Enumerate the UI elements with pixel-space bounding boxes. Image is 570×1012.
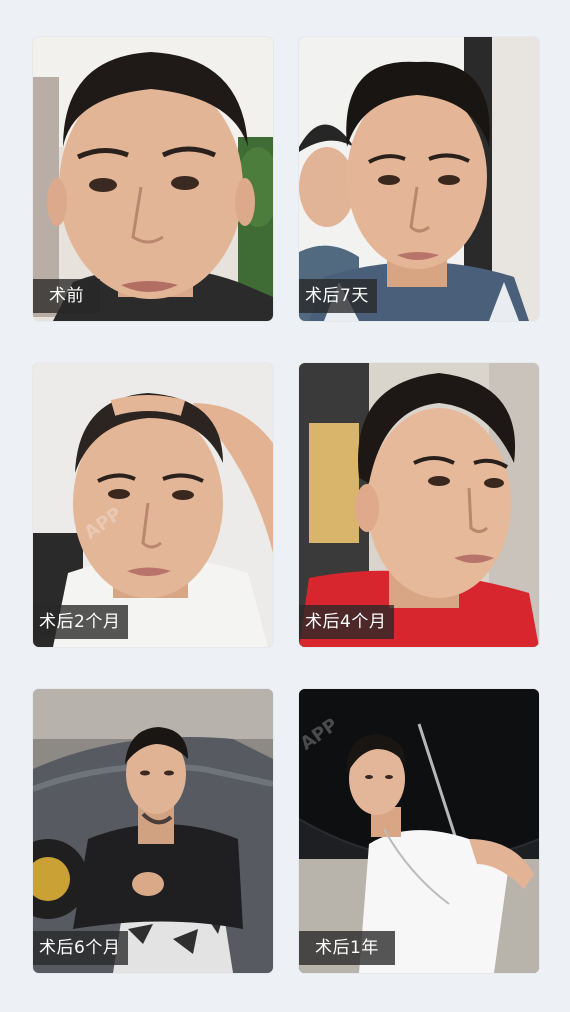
photo-label: 术后4个月 [299, 605, 395, 639]
photo-card-1-year[interactable]: APP 术后1年 [299, 689, 539, 973]
photo-label: 术后6个月 [33, 931, 129, 965]
photo-label: 术前 [33, 279, 100, 313]
photo-label: 术后7天 [299, 279, 377, 313]
photo-card-2-months[interactable]: APP 术后2个月 [33, 363, 273, 647]
photo-card-4-months[interactable]: 术后4个月 [299, 363, 539, 647]
photo-card-7-days[interactable]: 术后7天 [299, 37, 539, 321]
photo-card-6-months[interactable]: 术后6个月 [33, 689, 273, 973]
photo-label: 术后2个月 [33, 605, 129, 639]
photo-label: 术后1年 [299, 931, 395, 965]
photo-card-before[interactable]: 术前 [33, 37, 273, 321]
